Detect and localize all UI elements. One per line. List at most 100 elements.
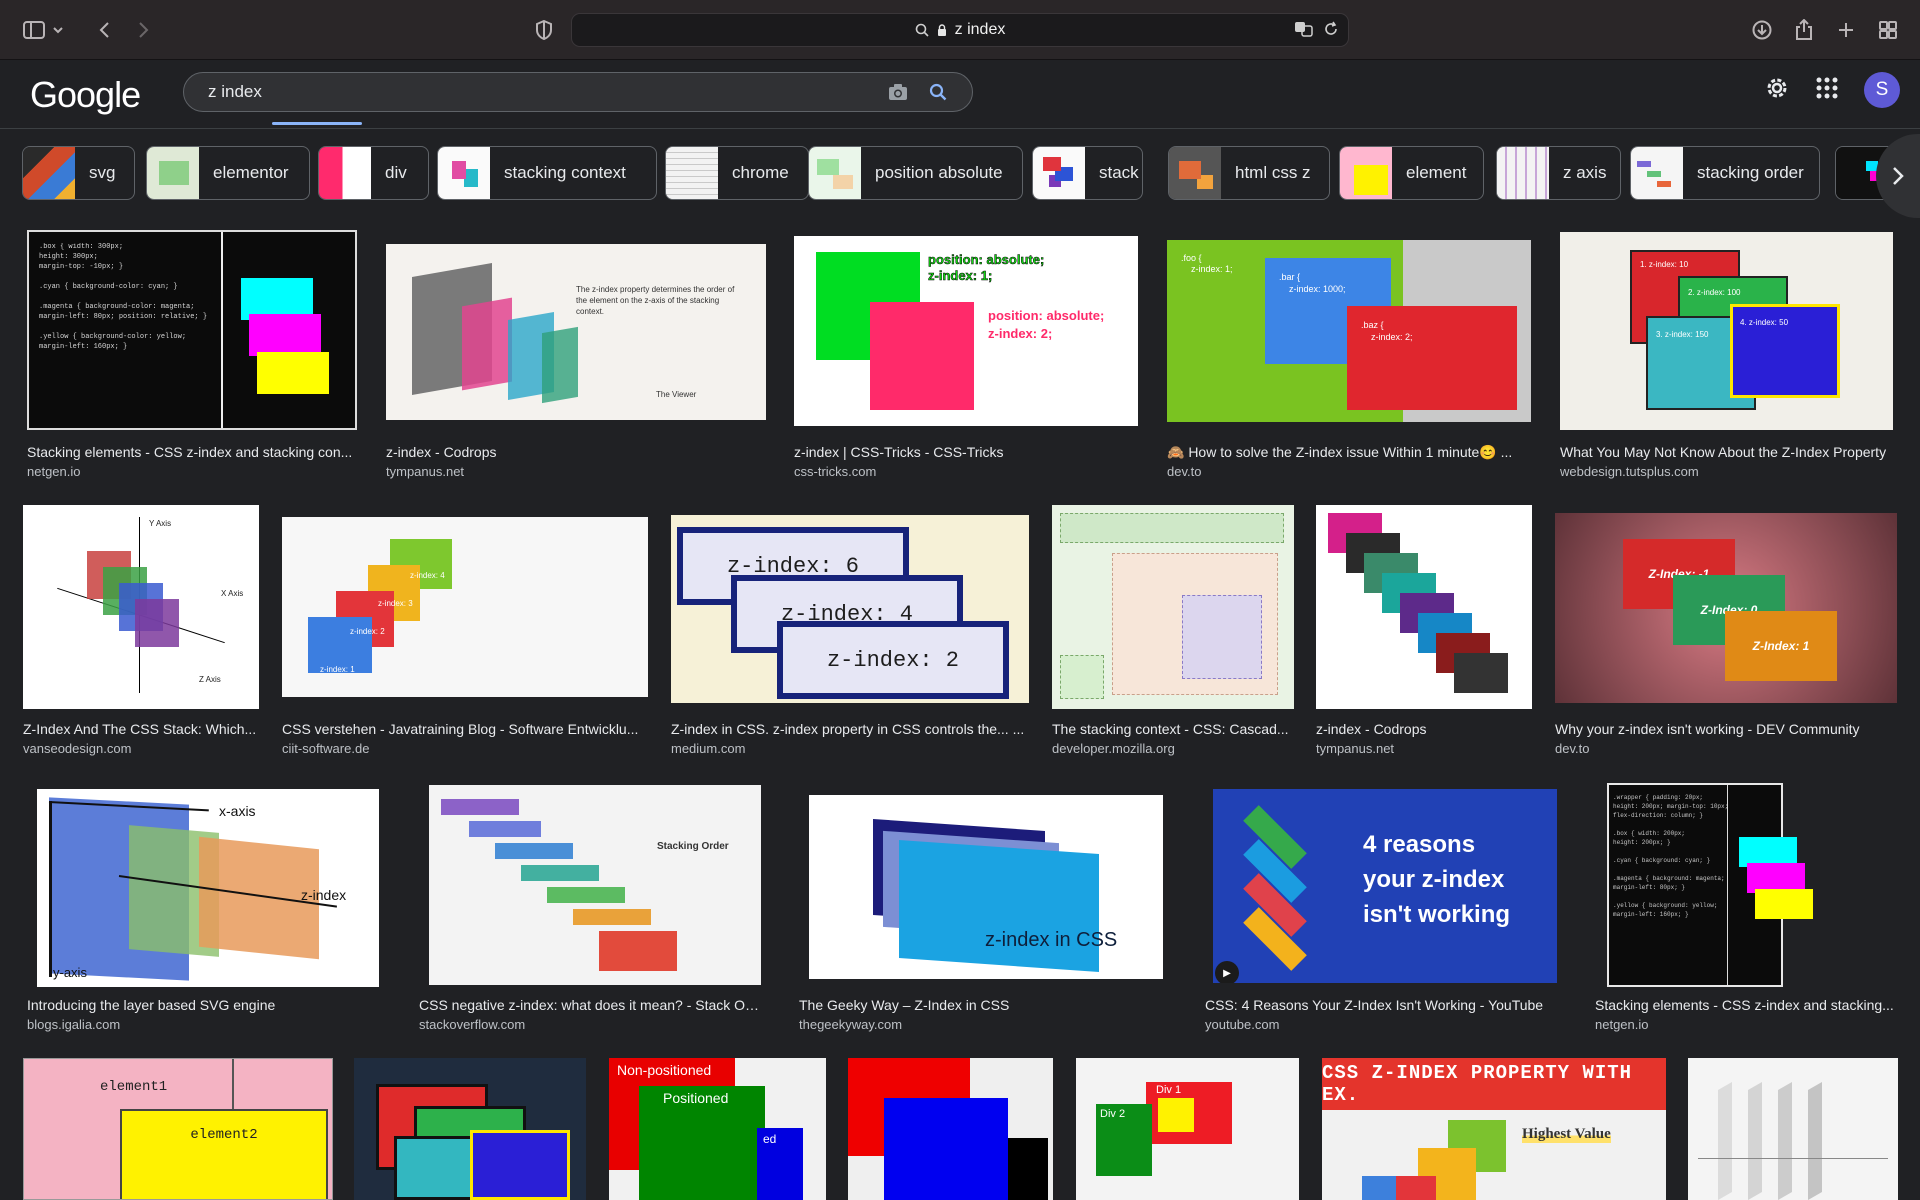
image-result[interactable]: z-index: 4 z-index: 3 z-index: 2 z-index… — [282, 505, 648, 765]
result-thumbnail[interactable] — [1316, 505, 1532, 709]
result-thumbnail[interactable] — [354, 1058, 586, 1200]
result-thumbnail[interactable]: The z-index property determines the orde… — [386, 244, 766, 420]
image-result[interactable] — [354, 1058, 586, 1200]
result-thumbnail[interactable]: 4 reasons your z-index isn't working ▶ — [1213, 789, 1557, 983]
result-thumbnail[interactable]: z-index: 6 z-index: 4 z-index: 2 — [671, 515, 1029, 703]
chevron-down-icon[interactable] — [48, 14, 68, 46]
image-result[interactable]: CSS Z-INDEX PROPERTY WITH EX. Highest Va… — [1322, 1058, 1666, 1200]
result-title[interactable]: 🙈 How to solve the Z-index issue Within … — [1167, 444, 1531, 461]
image-result[interactable]: .box { width: 300px; height: 300px; margin… — [27, 230, 357, 490]
result-thumbnail[interactable]: position: absolute; z-index: 1; position… — [794, 236, 1138, 426]
image-result[interactable]: Stacking Order CSS negative z-index: wha… — [419, 783, 761, 1043]
result-title[interactable]: Z-index in CSS. z-index property in CSS … — [671, 721, 1029, 737]
chip-thumbnail — [23, 147, 75, 199]
result-thumbnail[interactable]: CSS Z-INDEX PROPERTY WITH EX. Highest Va… — [1322, 1058, 1666, 1200]
image-result[interactable]: position: absolute; z-index: 1; position… — [794, 230, 1138, 490]
result-thumbnail[interactable]: .foo { z-index: 1; .bar { z-index: 1000;… — [1167, 240, 1531, 422]
result-thumbnail[interactable] — [848, 1058, 1053, 1200]
image-result[interactable] — [1688, 1058, 1898, 1200]
result-title[interactable]: What You May Not Know About the Z-Index … — [1560, 444, 1893, 460]
related-search-chips: svg elementor div stacking context chrom… — [22, 146, 1920, 200]
camera-icon[interactable] — [878, 72, 918, 112]
privacy-shield-icon[interactable] — [528, 14, 560, 46]
back-icon[interactable] — [88, 14, 120, 46]
result-thumbnail[interactable] — [1052, 505, 1294, 709]
result-title[interactable]: z-index - Codrops — [1316, 721, 1532, 737]
share-icon[interactable] — [1788, 14, 1820, 46]
image-result[interactable]: Y Axis X Axis Z Axis Z-Index And The CSS… — [23, 505, 259, 765]
translate-icon[interactable] — [1294, 20, 1314, 38]
result-thumbnail[interactable]: Div 1 Div 2 — [1076, 1058, 1299, 1200]
result-title[interactable]: Stacking elements - CSS z-index and stac… — [1595, 997, 1895, 1013]
image-result[interactable]: x-axis z-index y-axis Introducing the la… — [27, 783, 379, 1043]
image-result[interactable]: .wrapper { padding: 20px; height: 200px; … — [1595, 783, 1895, 1043]
reload-icon[interactable] — [1322, 20, 1340, 38]
image-result[interactable]: 1. z-index: 10 2. z-index: 100 3. z-inde… — [1560, 230, 1893, 490]
search-query[interactable]: z index — [208, 82, 878, 102]
new-tab-icon[interactable] — [1830, 14, 1862, 46]
image-result[interactable]: z-index in CSS The Geeky Way – Z-Index i… — [799, 783, 1163, 1043]
chip-element[interactable]: element — [1339, 146, 1484, 200]
search-icon[interactable] — [918, 72, 958, 112]
chip-stacking-context[interactable]: stacking context — [437, 146, 657, 200]
image-result[interactable]: z-index: 6 z-index: 4 z-index: 2 Z-index… — [671, 505, 1029, 765]
result-thumbnail[interactable]: z-index: 4 z-index: 3 z-index: 2 z-index… — [282, 517, 648, 697]
result-title[interactable]: CSS: 4 Reasons Your Z-Index Isn't Workin… — [1205, 997, 1557, 1013]
sidebar-toggle-icon[interactable] — [18, 14, 50, 46]
play-icon[interactable]: ▶ — [1215, 961, 1239, 983]
chip-z-axis[interactable]: z axis — [1496, 146, 1621, 200]
result-thumbnail[interactable] — [1688, 1058, 1898, 1200]
address-bar[interactable]: z index — [571, 13, 1349, 47]
result-thumbnail[interactable]: Non-positioned Positioned ed — [609, 1058, 826, 1200]
search-input[interactable]: z index — [183, 72, 973, 112]
result-title[interactable]: CSS verstehen - Javatraining Blog - Soft… — [282, 721, 648, 737]
chip-thumbnail — [1169, 147, 1221, 199]
result-title[interactable]: Introducing the layer based SVG engine — [27, 997, 379, 1013]
result-title[interactable]: The stacking context - CSS: Cascad... — [1052, 721, 1294, 737]
account-avatar[interactable]: S — [1864, 72, 1900, 108]
result-title[interactable]: z-index | CSS-Tricks - CSS-Tricks — [794, 444, 1138, 460]
image-result[interactable]: 4 reasons your z-index isn't working ▶ C… — [1205, 783, 1557, 1043]
result-title[interactable]: The Geeky Way – Z-Index in CSS — [799, 997, 1163, 1013]
result-thumbnail[interactable]: x-axis z-index y-axis — [37, 789, 379, 987]
image-result[interactable]: The z-index property determines the orde… — [386, 230, 766, 490]
image-result[interactable]: The stacking context - CSS: Cascad... de… — [1052, 505, 1294, 765]
settings-gear-icon[interactable] — [1764, 75, 1790, 106]
result-title[interactable]: CSS negative z-index: what does it mean?… — [419, 997, 761, 1013]
image-result[interactable]: Non-positioned Positioned ed — [609, 1058, 826, 1200]
image-result[interactable]: Div 1 Div 2 — [1076, 1058, 1299, 1200]
chip-stack[interactable]: stack — [1032, 146, 1143, 200]
downloads-icon[interactable] — [1746, 14, 1778, 46]
image-result[interactable]: Z-Index: -1 Z-Index: 0 Z-Index: 1 Why yo… — [1555, 505, 1897, 765]
chip-elementor[interactable]: elementor — [146, 146, 310, 200]
google-logo[interactable]: Google — [30, 74, 141, 116]
tab-overview-icon[interactable] — [1872, 14, 1904, 46]
result-site: dev.to — [1167, 464, 1202, 479]
result-title[interactable]: z-index - Codrops — [386, 444, 766, 460]
result-thumbnail[interactable]: .box { width: 300px; height: 300px; margin… — [27, 230, 357, 430]
result-title[interactable]: Stacking elements - CSS z-index and stac… — [27, 444, 357, 460]
result-thumbnail[interactable]: Stacking Order — [429, 785, 761, 985]
chip-stacking-order[interactable]: stacking order — [1630, 146, 1820, 200]
chip-html-css-z[interactable]: html css z — [1168, 146, 1330, 200]
result-thumbnail[interactable]: element1 element2 — [23, 1058, 333, 1200]
result-title[interactable]: Z-Index And The CSS Stack: Which... — [23, 721, 259, 737]
chip-div[interactable]: div — [318, 146, 429, 200]
forward-icon[interactable] — [128, 14, 160, 46]
search-icon — [915, 23, 929, 37]
image-result[interactable]: .foo { z-index: 1; .bar { z-index: 1000;… — [1167, 230, 1531, 490]
image-result[interactable]: z-index - Codrops tympanus.net — [1316, 505, 1532, 765]
chip-chrome[interactable]: chrome — [665, 146, 809, 200]
result-thumbnail[interactable]: Y Axis X Axis Z Axis — [23, 505, 259, 709]
chip-svg[interactable]: svg — [22, 146, 135, 200]
image-result[interactable]: element1 element2 — [23, 1058, 333, 1200]
result-thumbnail[interactable]: 1. z-index: 10 2. z-index: 100 3. z-inde… — [1560, 232, 1893, 430]
result-site: thegeekyway.com — [799, 1017, 903, 1032]
result-thumbnail[interactable]: Z-Index: -1 Z-Index: 0 Z-Index: 1 — [1555, 513, 1897, 703]
result-title[interactable]: Why your z-index isn't working - DEV Com… — [1555, 721, 1897, 737]
result-thumbnail[interactable]: z-index in CSS — [809, 795, 1163, 979]
chip-position-absolute[interactable]: position absolute — [808, 146, 1023, 200]
result-site: tympanus.net — [1316, 741, 1395, 756]
apps-grid-icon[interactable] — [1816, 77, 1838, 104]
image-result[interactable] — [848, 1058, 1053, 1200]
